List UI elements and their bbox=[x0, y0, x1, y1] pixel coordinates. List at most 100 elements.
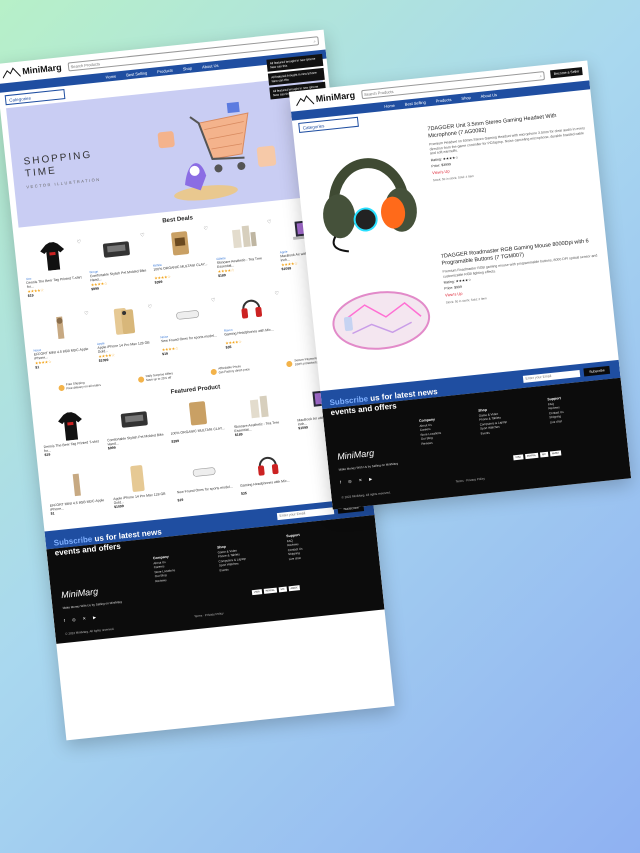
search-placeholder: Search Products bbox=[363, 88, 394, 97]
skincare-bottles-image bbox=[213, 217, 275, 255]
nav-home[interactable]: Home bbox=[105, 74, 116, 80]
footer-link[interactable]: Live chat bbox=[550, 418, 565, 424]
wishlist-heart-icon[interactable]: ♡ bbox=[140, 232, 145, 238]
logo[interactable]: MiniMarg bbox=[295, 89, 356, 107]
mastercard-badge: MC bbox=[278, 586, 287, 593]
tag-icon bbox=[210, 368, 217, 375]
categories-label: Categories bbox=[302, 122, 325, 131]
bike-accessory-image bbox=[86, 230, 148, 268]
product-card[interactable]: Wrogn Comfortable Stylish Pet Molded Bik… bbox=[86, 230, 152, 304]
product-card[interactable]: Gaming Headphones with Mic... $35 bbox=[237, 446, 301, 507]
footer-company: Company About Us Careers Store Locations… bbox=[419, 417, 443, 446]
footer-company: Company About Us Careers Store Locations… bbox=[153, 554, 177, 583]
footer-brand: MiniMarg bbox=[336, 447, 375, 462]
product-card[interactable]: Gillette Skincare Aesthetic - Tea Tree E… bbox=[213, 217, 279, 291]
mountain-logo-icon bbox=[295, 95, 315, 107]
footer-tagline: Make Money With Us by Selling on MiniMar… bbox=[338, 461, 399, 472]
product-card[interactable]: Skincare Aesthetic - Tea Tree Essential.… bbox=[230, 387, 294, 448]
payment-methods: VISA PAYPAL MC AMEX bbox=[251, 585, 300, 596]
gift-icon bbox=[137, 375, 145, 383]
search-icon: ⌕ bbox=[539, 72, 543, 79]
nav-products[interactable]: Products bbox=[157, 68, 173, 75]
paypal-badge: PAYPAL bbox=[524, 452, 539, 460]
wishlist-heart-icon[interactable]: ♡ bbox=[76, 239, 81, 245]
footer-support: Support FAQ Reviews Contact Us Shipping … bbox=[286, 533, 304, 561]
search-placeholder: Search Products bbox=[70, 60, 101, 69]
product-card[interactable]: Apple Apple iPhone 14 Pro Max 128 GB Gol… bbox=[93, 302, 159, 376]
subscribe-button[interactable]: Subscribe bbox=[583, 365, 611, 377]
gaming-mouse-image bbox=[315, 254, 447, 386]
amex-badge: AMEX bbox=[549, 450, 562, 457]
paypal-badge: PAYPAL bbox=[263, 587, 278, 594]
product-card[interactable]: Ravon Gaming Headphones with Mic... ★★★★… bbox=[220, 289, 286, 363]
nav-best-selling[interactable]: Best Selling bbox=[405, 100, 427, 107]
social-icons[interactable]: f ◎ ✕ ▶ bbox=[64, 614, 100, 623]
nav-shop[interactable]: Shop bbox=[461, 95, 471, 101]
footer-shop: Shop Game & Video Phone & Tablets Comput… bbox=[217, 543, 247, 573]
gaming-headset-image bbox=[302, 127, 434, 259]
categories-label: Categories bbox=[8, 95, 32, 103]
hero-title: SHOPPING TIME bbox=[23, 150, 94, 181]
nav-shop[interactable]: Shop bbox=[183, 66, 193, 72]
product-card[interactable]: Xoo Dennis The Beer Tag Printed T-shirt … bbox=[22, 237, 88, 311]
seller-button[interactable]: Become a Seller bbox=[550, 67, 583, 79]
footer-terms[interactable]: Terms · Privacy Policy bbox=[194, 611, 224, 618]
copyright: © 2023 MiniMarg. All rights reserved. bbox=[341, 490, 391, 500]
subscribe-email-input[interactable]: Enter your Email bbox=[523, 369, 581, 383]
shield-icon bbox=[286, 360, 293, 367]
payment-methods: VISA PAYPAL MC AMEX bbox=[513, 450, 562, 461]
footer-tagline: Make Money With Us by Selling on MiniMar… bbox=[62, 599, 123, 611]
nav-products[interactable]: Products bbox=[435, 97, 451, 104]
product-card[interactable]: Noise EFFORT MINI 4.5 8GB MDC Apple iPho… bbox=[30, 309, 96, 383]
visa-badge: VISA bbox=[251, 589, 262, 596]
gadget-image bbox=[30, 309, 92, 347]
product-card[interactable]: Dennis The Beer Tag Printed T-shirt for.… bbox=[40, 407, 104, 468]
nav-best-selling[interactable]: Best Selling bbox=[126, 70, 148, 77]
product-card[interactable]: Noise New Found Ones for sports model...… bbox=[157, 295, 223, 369]
wishlist-heart-icon[interactable]: ♡ bbox=[274, 291, 279, 297]
nav-home[interactable]: Home bbox=[384, 103, 395, 109]
products-page-screenshot: MiniMarg Search Products ⌕ Become a Sell… bbox=[288, 60, 632, 510]
tshirt-image bbox=[22, 237, 84, 275]
logo[interactable]: MiniMarg bbox=[2, 62, 63, 79]
nav-about[interactable]: About Us bbox=[480, 92, 497, 99]
footer-terms[interactable]: Terms · Privacy Policy bbox=[455, 476, 485, 483]
product-card[interactable]: 100% ORGANIC MULTANI CLAY... $399 bbox=[167, 394, 231, 455]
feature-desc: Save up to 25% off bbox=[145, 374, 172, 382]
footer-link[interactable]: Live chat bbox=[288, 555, 303, 561]
feature-affordable: Affordable Prices Get Factory direct pric… bbox=[210, 364, 250, 375]
footer: Subscribe us for latest news events and … bbox=[46, 514, 385, 644]
wishlist-heart-icon[interactable]: ♡ bbox=[211, 297, 216, 303]
mastercard-badge: MC bbox=[539, 451, 549, 458]
product-card[interactable]: Apple iPhone 14 Pro Max 128 GB Gold... $1… bbox=[110, 459, 174, 520]
social-icons[interactable]: f ◎ ✕ ▶ bbox=[340, 476, 376, 485]
subscribe-email-input[interactable]: Enter your Email bbox=[277, 506, 335, 520]
product-info: 7DAGGER Roadmaster RGB Gaming Mouse 8000… bbox=[441, 237, 611, 373]
headphones-image bbox=[220, 289, 282, 327]
brand-name: MiniMarg bbox=[21, 62, 63, 77]
wishlist-heart-icon[interactable]: ♡ bbox=[147, 304, 152, 310]
mountain-logo-icon bbox=[2, 67, 21, 79]
visa-badge: VISA bbox=[513, 454, 524, 461]
product-card[interactable]: Comfortable Stylish Pet Molded Bike Hand… bbox=[104, 401, 168, 462]
product-card[interactable]: Mithila 100% ORGANIC MULTANI CLAY... ★★★… bbox=[149, 224, 215, 298]
feature-free-shipping: Free Shipping Free delivery on all orders bbox=[57, 380, 101, 391]
product-info: 7DAGGER Unit 3.5mm Stereo Gaming Headset… bbox=[427, 110, 597, 246]
nav-about[interactable]: About Us bbox=[202, 63, 219, 70]
footer: Subscribe us for latest news events and … bbox=[322, 377, 632, 510]
wishlist-heart-icon[interactable]: ♡ bbox=[267, 219, 272, 225]
earbuds-image bbox=[157, 295, 219, 333]
iphone-image bbox=[93, 302, 155, 340]
clay-pouch-image bbox=[149, 224, 211, 262]
wishlist-heart-icon[interactable]: ♡ bbox=[203, 226, 208, 232]
product-card[interactable]: EFFORT MINI 4.5 8GB MDC Apple iPhone... $… bbox=[46, 466, 110, 527]
amex-badge: AMEX bbox=[288, 585, 300, 592]
brand-name: MiniMarg bbox=[315, 89, 356, 105]
copyright: © 2023 MiniMarg. All rights reserved. bbox=[65, 626, 115, 636]
footer-support: Support FAQ Reviews Contact Us Shipping … bbox=[547, 396, 565, 424]
search-icon: ⌕ bbox=[313, 38, 316, 44]
wishlist-heart-icon[interactable]: ♡ bbox=[84, 311, 89, 317]
shopping-cart-illustration bbox=[157, 101, 277, 201]
feature-daily-offers: Daily Surprise Offers Save up to 25% off bbox=[137, 371, 174, 383]
product-card[interactable]: New Found Ones for sports model... $19 bbox=[173, 453, 237, 514]
